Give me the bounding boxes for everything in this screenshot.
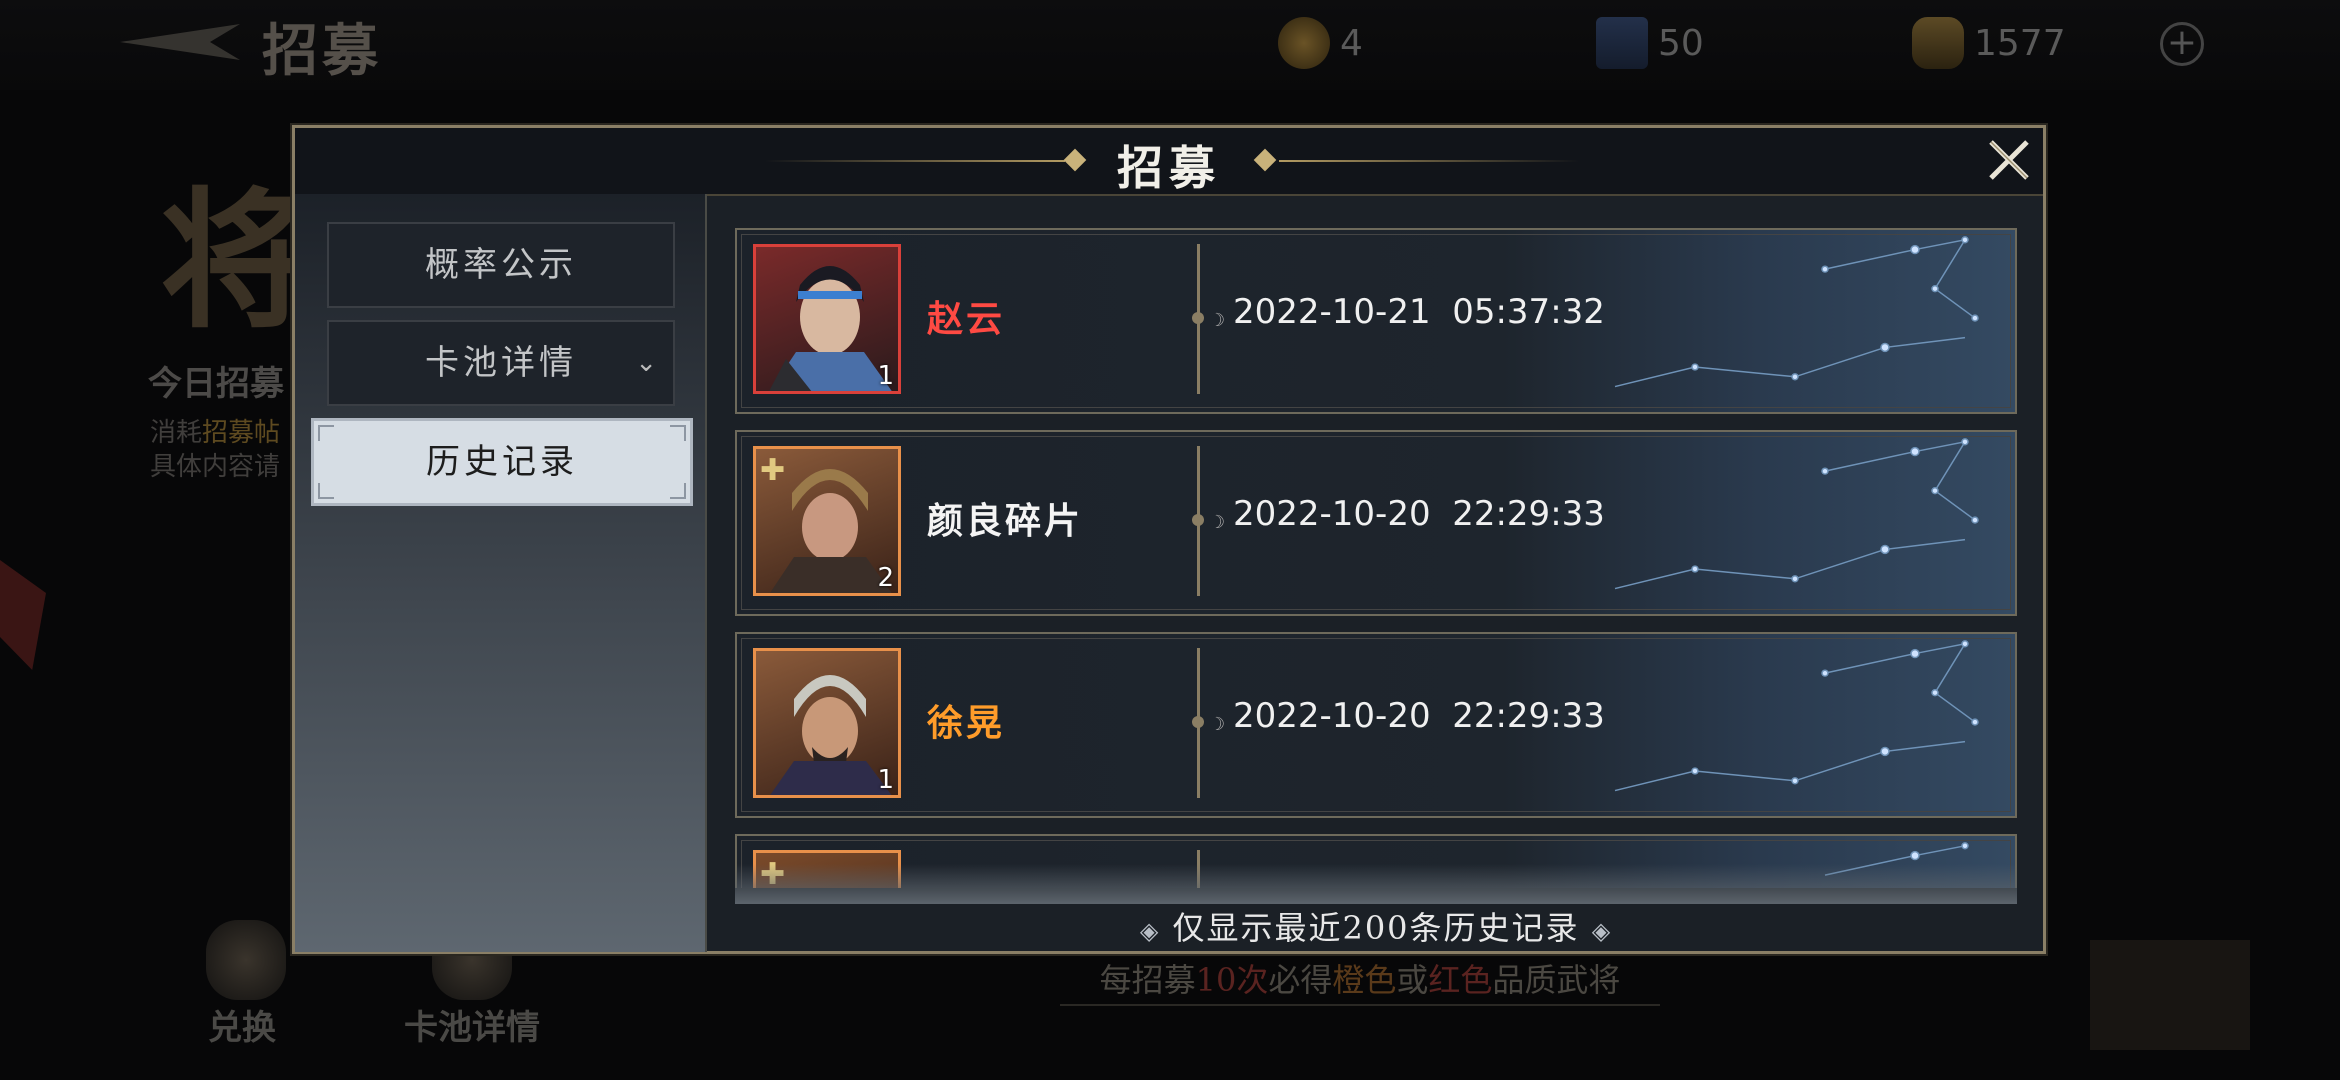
guarantee-banner: 每招募10次必得橙色或红色品质武将 xyxy=(1060,954,1660,1006)
exchange-icon[interactable] xyxy=(206,920,286,1000)
timeline-marker: ☽ xyxy=(1192,244,1225,394)
recruit-history-dialog: 招募 概率公示 卡池详情 ⌄ 历史记录 1 赵云 ☽ 2022-10-21 05… xyxy=(292,125,2046,954)
cost-line: 消耗招募帖 xyxy=(150,418,281,448)
scroll-icon xyxy=(1596,17,1648,69)
list-item: ✚ 2 颜良碎片 ☽ 2022-10-20 22:29:33 xyxy=(735,430,2017,616)
diamond-icon: ◈ xyxy=(1139,917,1161,945)
tab-history[interactable]: 历史记录 xyxy=(311,418,693,506)
hero-name: 徐晃 xyxy=(927,702,1006,744)
back-wing-icon[interactable] xyxy=(120,22,240,62)
tab-pool-details[interactable]: 卡池详情 ⌄ xyxy=(327,320,675,406)
constellation-decoration xyxy=(1614,236,1979,388)
pool-detail-button[interactable]: 卡池详情 xyxy=(404,1000,540,1049)
hero-portrait-xuhuang: 1 xyxy=(753,648,901,798)
tab-probability[interactable]: 概率公示 xyxy=(327,222,675,308)
dialog-sidebar: 概率公示 卡池详情 ⌄ 历史记录 xyxy=(295,194,707,952)
chevron-down-icon: ⌄ xyxy=(635,348,661,378)
dialog-header: 招募 xyxy=(295,128,2043,196)
history-list[interactable]: 1 赵云 ☽ 2022-10-21 05:37:32 ✚ 2 颜良碎片 ☽ 20… xyxy=(735,228,2017,888)
today-recruit-label: 今日招募 xyxy=(148,364,284,404)
hero-name: 赵云 xyxy=(927,298,1006,340)
history-limit-note: ◈ 仅显示最近200条历史记录 ◈ xyxy=(1139,909,1613,947)
resource-gold: 1577 xyxy=(1912,17,2066,69)
resource-scroll: 50 xyxy=(1596,17,1704,69)
fragment-icon: ✚ xyxy=(760,453,786,488)
title-ornament-right xyxy=(1279,160,1579,162)
exchange-button[interactable]: 兑换 xyxy=(208,1000,276,1049)
token-icon xyxy=(1278,17,1330,69)
red-decoration xyxy=(0,560,46,670)
list-item: 1 徐晃 ☽ 2022-10-20 22:29:33 xyxy=(735,632,2017,818)
constellation-decoration xyxy=(1614,640,1979,792)
gold-icon xyxy=(1912,17,1964,69)
add-currency-button[interactable]: + xyxy=(2160,22,2204,66)
close-icon[interactable] xyxy=(1981,132,2037,188)
top-bar: 招募 4 50 1577 + xyxy=(0,0,2340,90)
list-item: 1 赵云 ☽ 2022-10-21 05:37:32 xyxy=(735,228,2017,414)
timeline-marker: ☽ xyxy=(1192,446,1225,596)
constellation-decoration xyxy=(1614,438,1979,590)
timeline-marker: ☽ xyxy=(1192,648,1225,798)
dialog-title: 招募 xyxy=(1117,141,1221,195)
hero-name: 颜良碎片 xyxy=(927,500,1084,542)
right-decoration xyxy=(2090,940,2250,1050)
banner-character: 将 xyxy=(160,173,311,349)
resource-token: 4 xyxy=(1278,17,1363,69)
detail-line: 具体内容请 xyxy=(150,452,281,482)
diamond-icon: ◈ xyxy=(1591,917,1613,945)
hero-portrait-zhaoyun: 1 xyxy=(753,244,901,394)
page-title: 招募 xyxy=(262,18,382,84)
hero-portrait-yanliang: ✚ 2 xyxy=(753,446,901,596)
